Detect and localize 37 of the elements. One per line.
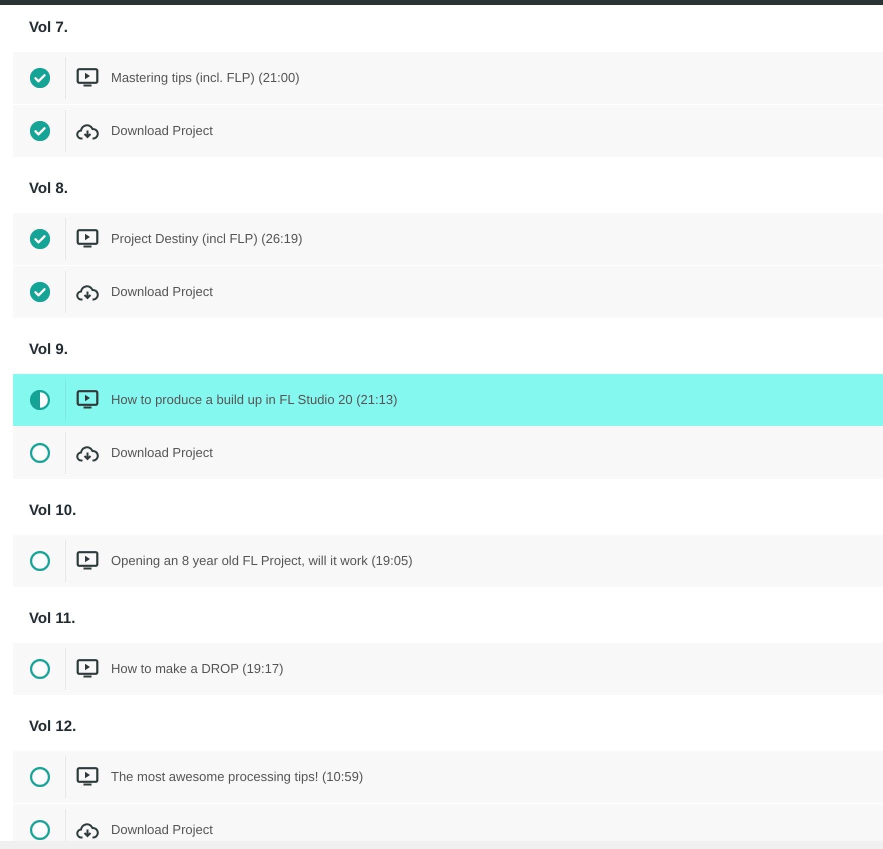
section-heading: Vol 11. [29, 609, 76, 630]
video-screen-icon [76, 390, 99, 410]
lesson-row[interactable]: Download Project [13, 427, 883, 479]
video-screen-icon [76, 767, 99, 787]
horizontal-scrollbar[interactable] [0, 841, 883, 849]
lesson-title: The most awesome processing tips! (10:59) [111, 768, 364, 786]
lesson-title: How to produce a build up in FL Studio 20 (21:13) [111, 391, 398, 410]
video-screen-icon [76, 659, 99, 679]
lesson-title: Download Project [111, 122, 213, 140]
section-heading: Vol 10. [29, 501, 76, 522]
progress-ring [30, 820, 50, 840]
lesson-row[interactable]: Download Project [13, 266, 883, 318]
progress-ring [30, 443, 50, 463]
lesson-row[interactable]: Mastering tips (incl. FLP) (21:00) [13, 52, 883, 104]
lesson-title: Download Project [111, 283, 213, 302]
lesson-row[interactable]: Project Destiny (incl FLP) (26:19) [13, 213, 883, 265]
video-screen-icon [76, 229, 99, 249]
lesson-row[interactable]: Download Project [13, 105, 883, 157]
lesson-title: Opening an 8 year old FL Project, will it work (19:05) [111, 552, 413, 570]
section-heading: Vol 8. [29, 179, 68, 200]
section-heading: Vol 9. [29, 340, 68, 360]
lesson-row[interactable]: The most awesome processing tips! (10:59) [13, 751, 883, 803]
video-screen-icon [76, 551, 99, 571]
lesson-title: Mastering tips (incl. FLP) (21:00) [111, 69, 300, 88]
video-screen-icon [76, 68, 99, 88]
lesson-row[interactable]: How to make a DROP (19:17) [13, 643, 883, 695]
lesson-title: Project Destiny (incl FLP) (26:19) [111, 230, 302, 248]
lesson-row[interactable]: How to produce a build up in FL Studio 20 (21:13) [13, 374, 883, 426]
lesson-title: Download Project [111, 821, 213, 840]
lesson-title: Download Project [111, 444, 213, 462]
progress-ring [30, 551, 50, 571]
lesson-title: How to make a DROP (19:17) [111, 660, 284, 678]
lesson-row[interactable]: Opening an 8 year old FL Project, will it work (19:05) [13, 535, 883, 587]
progress-ring [30, 767, 50, 787]
section-heading: Vol 12. [29, 717, 76, 738]
section-heading: Vol 7. [29, 18, 68, 38]
progress-ring [30, 659, 50, 679]
